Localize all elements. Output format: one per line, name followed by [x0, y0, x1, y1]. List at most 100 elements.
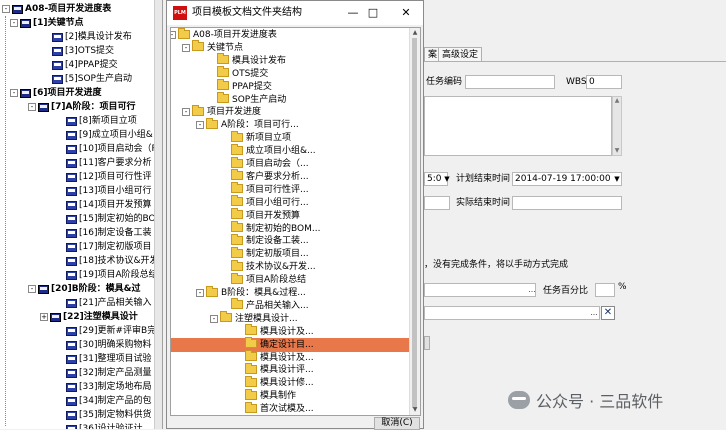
left-tree-item[interactable]: [14]项目开发预算	[66, 198, 151, 212]
scroll-up-arrow-icon[interactable]: ▲	[613, 97, 621, 105]
folder-tree-item[interactable]: 项目小组可行...	[231, 195, 309, 210]
folder-tree-item[interactable]: - 关键节点	[182, 40, 243, 55]
folder-tree-item[interactable]: 模具设计发布	[217, 53, 286, 68]
minimize-button[interactable]: —	[343, 5, 363, 21]
left-tree-item[interactable]: [13]项目小组可行	[66, 184, 151, 198]
left-tree-item[interactable]: - [6]项目开发进度	[10, 86, 102, 100]
plan-end-field[interactable]: 2014-07-19 17:00:00	[512, 172, 622, 186]
left-project-tree[interactable]: - A08-项目开发进度表 - [1]关键节点 [2]模具设计发布 [3]OTS提交 [4…	[0, 0, 163, 429]
collapse-toggle[interactable]: -	[182, 43, 190, 52]
folder-tree-item[interactable]: OTS提交	[217, 66, 268, 81]
folder-tree-item[interactable]: 项目A阶段总结	[231, 272, 306, 287]
chevron-down-icon[interactable]: ▼	[612, 173, 622, 185]
left-tree-item[interactable]: [30]明确采购物料	[66, 338, 151, 352]
folder-tree-item[interactable]: 产品相关输入...	[231, 298, 309, 313]
folder-tree-item[interactable]: 模具设计修...	[245, 375, 314, 390]
expand-toggle[interactable]: +	[40, 313, 48, 321]
left-tree-item[interactable]: [32]制定产品测量	[66, 366, 151, 380]
collapse-toggle[interactable]: -	[2, 5, 10, 13]
folder-tree-item[interactable]: 新项目立项	[231, 130, 291, 145]
collapse-toggle[interactable]: -	[196, 289, 204, 297]
left-tree-item[interactable]: [3]OTS提交	[52, 44, 114, 58]
scroll-down-arrow-icon[interactable]: ▼	[410, 405, 420, 415]
left-tree-item[interactable]: [19]项目A阶段总结	[66, 268, 158, 282]
assignee-field[interactable]	[424, 306, 600, 320]
left-tree-item[interactable]: [10]项目启动会（R	[66, 142, 158, 156]
collapse-toggle[interactable]: -	[10, 19, 18, 27]
folder-structure-dialog[interactable]: PLM 项目模板文档文件夹结构 — □ ✕ - A08-项目开发进度表 - 关键节点模…	[166, 0, 424, 430]
description-textarea[interactable]	[424, 96, 612, 156]
clear-icon[interactable]: ✕	[601, 306, 615, 320]
folder-tree-item[interactable]: SOP生产启动	[217, 92, 286, 107]
folder-tree-scrollbar[interactable]: ▲ ▼	[409, 28, 420, 415]
folder-tree-item[interactable]: - B阶段：模具&过程...	[196, 285, 306, 300]
folder-tree-item[interactable]: 项目可行性评...	[231, 182, 309, 197]
folder-tree-item[interactable]: - A阶段：项目可行...	[196, 117, 299, 132]
left-tree-item[interactable]: [18]技术协议&开发	[66, 254, 159, 268]
collapse-toggle[interactable]: -	[28, 103, 36, 111]
collapse-toggle[interactable]: -	[10, 89, 18, 97]
scrollbar-thumb[interactable]	[412, 38, 417, 408]
ellipsis-icon[interactable]: …	[589, 307, 599, 319]
left-tree-item[interactable]: [15]制定初始的BOM	[66, 212, 162, 226]
left-tree-item[interactable]: [16]制定设备工装	[66, 226, 151, 240]
close-button[interactable]: ✕	[396, 5, 416, 21]
wbs-input[interactable]: 0	[586, 75, 622, 89]
folder-tree-item[interactable]: 客户要求分析...	[231, 169, 309, 184]
left-tree-item[interactable]: [4]PPAP提交	[52, 58, 118, 72]
left-tree-item[interactable]: [9]成立项目小组&	[66, 128, 153, 142]
partial-button[interactable]	[424, 336, 430, 350]
folder-tree-item[interactable]: 模具设计评...	[245, 362, 314, 377]
folder-tree-item[interactable]: - 注塑模具设计...	[210, 311, 298, 326]
collapse-toggle[interactable]: -	[182, 108, 190, 117]
left-tree-item[interactable]: [5]SOP生产启动	[52, 72, 132, 86]
folder-tree-item[interactable]: - A08-项目开发进度表	[171, 28, 277, 42]
left-tree-item[interactable]: [29]更新#评审B完	[66, 324, 156, 338]
collapse-toggle[interactable]: -	[28, 285, 36, 293]
dialog-titlebar[interactable]: PLM 项目模板文档文件夹结构 — □ ✕	[167, 1, 423, 25]
tab-advanced-settings[interactable]: 高级设定	[438, 47, 483, 62]
left-tree-item[interactable]: [35]制定物料供货	[66, 408, 151, 422]
folder-tree-item[interactable]: 模具设计及...	[245, 350, 314, 365]
left-tree-item[interactable]: - [1]关键节点	[10, 16, 84, 30]
left-tree-item[interactable]: [36]设计验证计	[66, 422, 142, 429]
description-scrollbar[interactable]: ▲ ▼	[612, 96, 622, 156]
left-tree-item[interactable]: - [7]A阶段：项目可行	[28, 100, 135, 114]
folder-tree-item[interactable]: - 项目开发进度	[182, 104, 261, 119]
cancel-button[interactable]: 取消(C)	[374, 417, 420, 430]
folder-tree-item[interactable]: 模具设计及...	[245, 324, 314, 339]
left-tree-item[interactable]: [31]整理项目试验	[66, 352, 151, 366]
collapse-toggle[interactable]: -	[196, 121, 204, 130]
scroll-up-arrow-icon[interactable]: ▲	[410, 28, 420, 38]
left-tree-scrollbar[interactable]	[154, 0, 162, 429]
folder-tree-item[interactable]: 项目启动会（...	[231, 156, 309, 171]
scroll-down-arrow-icon[interactable]: ▼	[613, 147, 621, 155]
folder-tree-item[interactable]: 制定初版项目...	[231, 246, 309, 261]
left-tree-item[interactable]: - [20]B阶段：模具&过	[28, 282, 140, 296]
left-tree-root[interactable]: - A08-项目开发进度表	[2, 2, 111, 16]
folder-tree-item[interactable]: 成立项目小组&...	[231, 143, 316, 158]
left-tree-item[interactable]: [11]客户要求分析	[66, 156, 151, 170]
folder-tree-item[interactable]: 技术协议&开发...	[231, 259, 316, 274]
left-tree-item[interactable]: [12]项目可行性评	[66, 170, 151, 184]
actual-end-field[interactable]	[512, 196, 622, 210]
actual-start-field[interactable]	[424, 196, 450, 210]
condition-field[interactable]	[424, 283, 536, 297]
folder-tree-item[interactable]: 制定初始的BOM...	[231, 221, 320, 236]
folder-tree-item[interactable]: 首次试模及...	[245, 401, 314, 415]
maximize-button[interactable]: □	[363, 5, 383, 21]
left-tree-item[interactable]: [33]制定场地布局	[66, 380, 151, 394]
collapse-toggle[interactable]: -	[210, 314, 218, 323]
folder-tree-item[interactable]: 项目开发预算	[231, 208, 300, 223]
folder-tree-item[interactable]: PPAP提交	[217, 79, 272, 94]
left-tree-item[interactable]: [34]制定产品的包	[66, 394, 151, 408]
folder-tree-item[interactable]: 模具制作	[245, 388, 296, 403]
folder-tree-item-selected[interactable]: 确定设计目...	[171, 337, 410, 352]
folder-tree[interactable]: - A08-项目开发进度表 - 关键节点 模具设计发布 OTS提交 PPAP提交 SOP生产启…	[170, 27, 421, 416]
ellipsis-icon[interactable]: …	[527, 284, 537, 296]
left-tree-item[interactable]: [2]模具设计发布	[52, 30, 132, 44]
left-tree-item[interactable]: [8]新项目立项	[66, 114, 137, 128]
task-code-input[interactable]	[465, 75, 555, 89]
task-percent-input[interactable]	[595, 283, 615, 297]
left-tree-item[interactable]: + [22]注塑模具设计	[40, 310, 138, 324]
